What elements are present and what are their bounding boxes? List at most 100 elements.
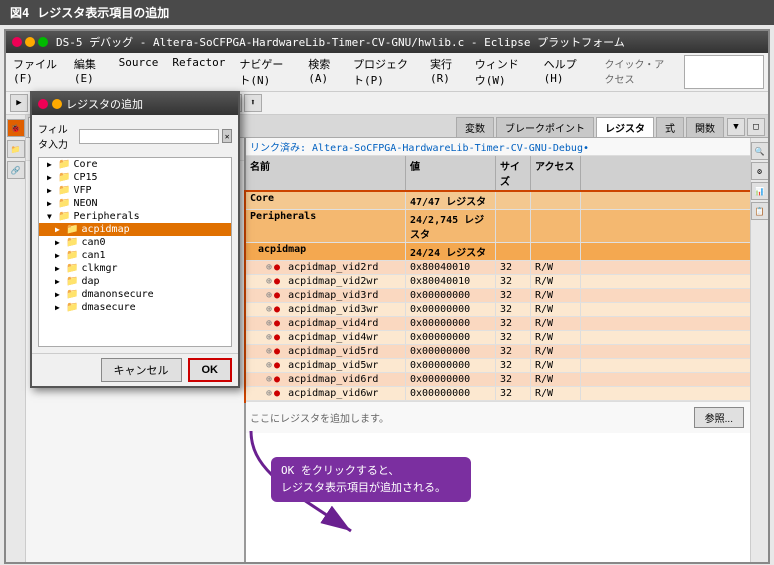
tree-item-acpidmap[interactable]: ▶ 📁 acpidmap <box>39 223 231 236</box>
reg-cell-vid2rd-value: 0x80040010 <box>406 261 496 274</box>
menu-help[interactable]: ヘルプ(H) <box>541 55 586 89</box>
dialog-titlebar: レジスタの追加 <box>32 93 238 115</box>
dialog-tree: ▶ 📁 Core ▶ 📁 CP15 ▶ 📁 VFP ▶ 📁 NE <box>38 157 232 347</box>
ref-button[interactable]: 参照... <box>694 407 744 428</box>
tree-item-acpidmap-label: acpidmap <box>81 224 129 235</box>
panels-max-btn[interactable]: □ <box>747 118 765 136</box>
close-button[interactable] <box>12 37 22 47</box>
menu-project[interactable]: プロジェクト(P) <box>350 55 419 89</box>
reg-row-acpidmap[interactable]: acpidmap 24/24 レジスタ <box>246 243 750 261</box>
tree-item-core[interactable]: ▶ 📁 Core <box>39 158 231 171</box>
tree-item-can1-label: can1 <box>81 250 105 261</box>
figure-number: 図4 <box>10 4 29 21</box>
header-size: サイズ <box>496 156 531 190</box>
tree-item-dmanonsecure[interactable]: ▶ 📁 dmanonsecure <box>39 288 231 301</box>
figure-header: 図4 レジスタ表示項目の追加 <box>0 0 774 25</box>
tree-item-dmanonsecure-label: dmanonsecure <box>81 289 153 300</box>
panels-menu-btn[interactable]: ▼ <box>727 118 745 136</box>
right-icon-3[interactable]: 📊 <box>751 182 769 200</box>
dialog-footer: キャンセル OK <box>32 353 238 386</box>
tree-item-peripherals-label: Peripherals <box>73 211 139 222</box>
toolbar-step-return[interactable]: ⬆ <box>244 94 262 112</box>
reg-row-vid6rd[interactable]: ⊕● acpidmap_vid6rd 0x00000000 32 R/W <box>246 373 750 387</box>
right-icon-2[interactable]: ⚙ <box>751 162 769 180</box>
minimize-button[interactable] <box>25 37 35 47</box>
reg-row-vid3rd[interactable]: ⊕● acpidmap_vid3rd 0x00000000 32 R/W <box>246 289 750 303</box>
menu-refactor[interactable]: Refactor <box>169 55 228 89</box>
register-table-header: 名前 値 サイズ アクセス <box>246 156 750 192</box>
menu-file[interactable]: ファイル(F) <box>10 55 63 89</box>
menu-source[interactable]: Source <box>116 55 162 89</box>
header-access: アクセス <box>531 156 581 190</box>
register-table-body: Core 47/47 レジスタ Peripherals 24/2,745 レジス… <box>246 192 750 401</box>
menu-edit[interactable]: 編集(E) <box>71 55 108 89</box>
quick-access-label: クイック・アクセス <box>601 55 673 89</box>
header-name: 名前 <box>246 156 406 190</box>
bubble-line2: レジスタ表示項目が追加される。 <box>281 481 446 494</box>
sidebar-icon-3[interactable]: 🔗 <box>7 161 25 179</box>
reg-row-vid4rd[interactable]: ⊕● acpidmap_vid4rd 0x00000000 32 R/W <box>246 317 750 331</box>
left-sidebar: 🐞 📁 🔗 <box>6 115 26 564</box>
tree-item-cp15[interactable]: ▶ 📁 CP15 <box>39 171 231 184</box>
dialog-title-left: レジスタの追加 <box>38 96 143 112</box>
link-bar: リンク済み: Altera-SoCFPGA-HardwareLib-Timer-… <box>246 138 750 156</box>
figure-title: レジスタ表示項目の追加 <box>37 4 169 21</box>
reg-row-vid3wr[interactable]: ⊕● acpidmap_vid3wr 0x00000000 32 R/W <box>246 303 750 317</box>
tree-item-clkmgr[interactable]: ▶ 📁 clkmgr <box>39 262 231 275</box>
tree-item-dmasecure[interactable]: ▶ 📁 dmasecure <box>39 301 231 314</box>
reg-row-dynrd[interactable]: ⊕● acpidmap_vid6wr 0x00000000 32 R/W <box>246 387 750 401</box>
quick-access-input[interactable] <box>684 55 764 89</box>
reg-cell-peripherals-value: 24/2,745 レジスタ <box>406 210 496 242</box>
reg-row-core[interactable]: Core 47/47 レジスタ <box>246 192 750 210</box>
toolbar-btn-1[interactable]: ▶ <box>10 94 28 112</box>
right-icon-1[interactable]: 🔍 <box>751 142 769 160</box>
filter-clear-button[interactable]: ✕ <box>222 129 232 143</box>
reg-row-vid5wr[interactable]: ⊕● acpidmap_vid5wr 0x00000000 32 R/W <box>246 359 750 373</box>
sidebar-icon-2[interactable]: 📁 <box>7 140 25 158</box>
add-register-text: ここにレジスタを追加します。 <box>250 410 692 425</box>
tab-functions[interactable]: 関数 <box>686 117 724 137</box>
dialog-close-dot[interactable] <box>38 99 48 109</box>
window-title: DS-5 デバッグ - Altera-SoCFPGA-HardwareLib-T… <box>56 34 625 50</box>
reg-row-vid4wr[interactable]: ⊕● acpidmap_vid4wr 0x00000000 32 R/W <box>246 331 750 345</box>
reg-cell-vid2rd-size: 32 <box>496 261 531 274</box>
reg-row-vid5rd[interactable]: ⊕● acpidmap_vid5rd 0x00000000 32 R/W <box>246 345 750 359</box>
eclipse-titlebar: DS-5 デバッグ - Altera-SoCFPGA-HardwareLib-T… <box>6 31 768 53</box>
ok-button[interactable]: OK <box>188 358 233 382</box>
filter-input[interactable] <box>79 129 219 144</box>
tree-item-dap-label: dap <box>81 276 99 287</box>
tree-item-vfp[interactable]: ▶ 📁 VFP <box>39 184 231 197</box>
annotation-bubble: OK をクリックすると、 レジスタ表示項目が追加される。 <box>271 457 471 502</box>
menu-search[interactable]: 検索(A) <box>305 55 342 89</box>
menubar: ファイル(F) 編集(E) Source Refactor ナビゲート(N) 検… <box>6 53 768 92</box>
tree-item-dap[interactable]: ▶ 📁 dap <box>39 275 231 288</box>
reg-row-peripherals[interactable]: Peripherals 24/2,745 レジスタ <box>246 210 750 243</box>
reg-cell-acpidmap-value: 24/24 レジスタ <box>406 243 496 260</box>
reg-row-vid2wr[interactable]: ⊕● acpidmap_vid2wr 0x80040010 32 R/W <box>246 275 750 289</box>
menu-navigate[interactable]: ナビゲート(N) <box>236 55 297 89</box>
tab-expressions[interactable]: 式 <box>656 117 684 137</box>
tree-item-neon[interactable]: ▶ 📁 NEON <box>39 197 231 210</box>
bubble-line1: OK をクリックすると、 <box>281 464 399 477</box>
reg-cell-core-access <box>531 192 581 209</box>
maximize-button[interactable] <box>38 37 48 47</box>
menu-run[interactable]: 実行(R) <box>427 55 464 89</box>
sidebar-icon-1[interactable]: 🐞 <box>7 119 25 137</box>
tab-breakpoints[interactable]: ブレークポイント <box>496 117 594 137</box>
dialog-body: フィルタ入力 ✕ ▶ 📁 Core ▶ 📁 CP15 ▶ 📁 <box>32 115 238 353</box>
tab-registers[interactable]: レジスタ <box>596 117 654 137</box>
filter-label: フィルタ入力 <box>38 121 76 151</box>
tree-item-peripherals[interactable]: ▼ 📁 Peripherals <box>39 210 231 223</box>
right-sidebar: 🔍 ⚙ 📊 📋 <box>750 138 768 564</box>
tree-item-vfp-label: VFP <box>73 185 91 196</box>
tree-item-can0[interactable]: ▶ 📁 can0 <box>39 236 231 249</box>
tree-item-core-label: Core <box>73 159 97 170</box>
menu-window[interactable]: ウィンドウ(W) <box>472 55 533 89</box>
tree-item-can1[interactable]: ▶ 📁 can1 <box>39 249 231 262</box>
dialog-min-dot[interactable] <box>52 99 62 109</box>
tab-variables[interactable]: 変数 <box>456 117 494 137</box>
cancel-button[interactable]: キャンセル <box>101 358 182 382</box>
reg-cell-core-size <box>496 192 531 209</box>
right-icon-4[interactable]: 📋 <box>751 202 769 220</box>
reg-row-vid2rd[interactable]: ⊕● acpidmap_vid2rd 0x80040010 32 R/W <box>246 261 750 275</box>
